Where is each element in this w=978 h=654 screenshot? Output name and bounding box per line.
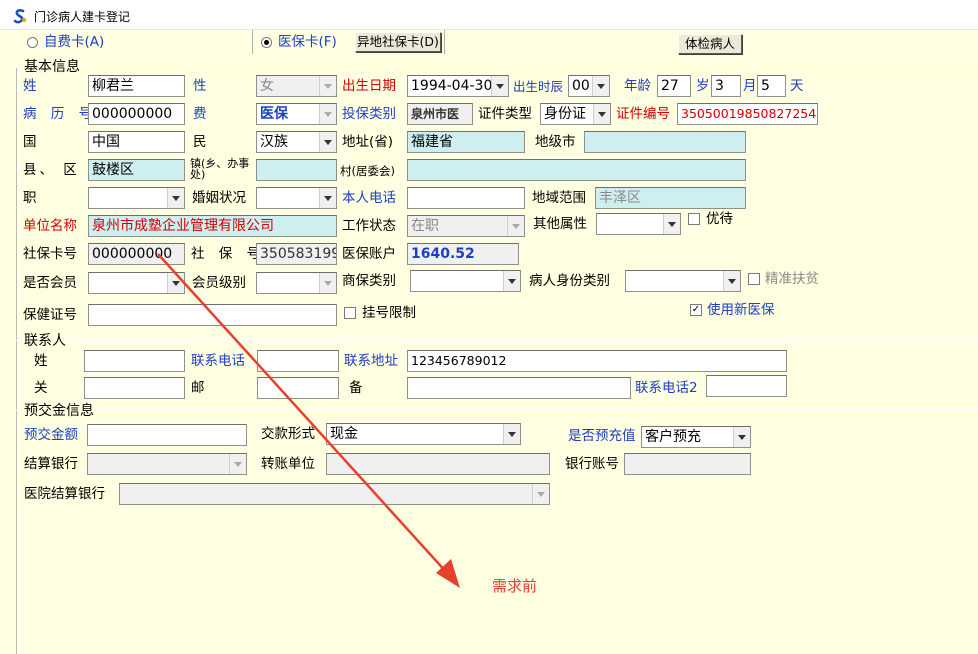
annotation-arrow-line [157,253,449,575]
annotation-label: 需求前 [492,577,538,595]
annotation-arrow [157,253,460,588]
